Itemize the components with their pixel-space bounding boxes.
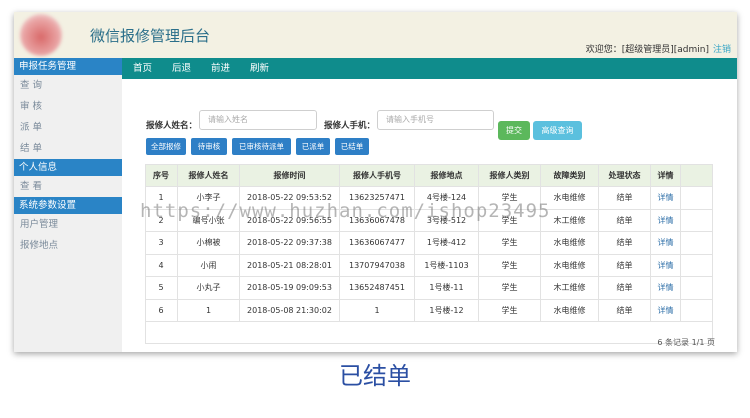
detail-link[interactable]: 详情 <box>651 299 681 321</box>
column-header: 处理状态 <box>599 164 651 186</box>
column-header: 序号 <box>145 164 178 186</box>
table-cell: 2018-05-21 08:28:01 <box>240 254 340 276</box>
table-cell: 2018-05-08 21:30:02 <box>240 299 340 321</box>
table-cell: 1 <box>178 299 240 321</box>
table-cell: 2018-05-22 09:37:38 <box>240 232 340 254</box>
detail-link[interactable]: 详情 <box>651 232 681 254</box>
table-cell: 4 <box>145 254 178 276</box>
table-row: 3 小棉被 2018-05-22 09:37:38 13636067477 1号楼-41… <box>145 232 713 255</box>
sidebar-section-tasks[interactable]: 申报任务管理 <box>14 58 122 75</box>
sidebar-item-locations[interactable]: 报修地点 <box>14 235 122 256</box>
table-cell: 小丸子 <box>178 277 240 299</box>
table-cell: 1号楼-12 <box>415 299 479 321</box>
sidebar-item-query[interactable]: 查 询 <box>14 75 122 96</box>
detail-link[interactable]: 详情 <box>651 209 681 231</box>
table-cell: 13652487451 <box>340 277 415 299</box>
table-cell: 13636067477 <box>340 232 415 254</box>
filter-closed-button[interactable]: 已结单 <box>335 138 369 155</box>
table-cell: 6 <box>145 299 178 321</box>
table-cell: 结单 <box>599 187 651 209</box>
table-cell: 水电维修 <box>541 232 599 254</box>
column-header: 报修人姓名 <box>178 164 240 186</box>
nav-forward[interactable]: 前进 <box>211 58 230 79</box>
filter-reviewed-button[interactable]: 已审核待派单 <box>232 138 291 155</box>
detail-link[interactable]: 详情 <box>651 187 681 209</box>
name-label: 报修人姓名： <box>146 121 198 131</box>
filter-dispatched-button[interactable]: 已派单 <box>296 138 330 155</box>
sidebar: 申报任务管理 查 询 审 核 派 单 结 单 个人信息 查 看 系统参数设置 用… <box>14 58 122 352</box>
top-nav: 首页 后退 前进 刷新 <box>122 58 737 79</box>
sidebar-item-review[interactable]: 审 核 <box>14 96 122 117</box>
app-title: 微信报修管理后台 <box>90 27 211 45</box>
table-cell: 13707947038 <box>340 254 415 276</box>
table-cell: 1号楼-1103 <box>415 254 479 276</box>
table-cell: 5 <box>145 277 178 299</box>
table-cell: 1号楼-412 <box>415 232 479 254</box>
sidebar-item-dispatch[interactable]: 派 单 <box>14 117 122 138</box>
table-row: 5 小丸子 2018-05-19 09:09:53 13652487451 1号楼-11… <box>145 277 713 300</box>
logout-link[interactable]: 注销 <box>713 45 731 55</box>
column-header: 故障类别 <box>541 164 599 186</box>
table-cell: 学生 <box>479 254 541 276</box>
table-cell: 水电维修 <box>541 254 599 276</box>
phone-input[interactable]: 请输入手机号 <box>377 110 494 130</box>
table-cell: 学生 <box>479 299 541 321</box>
filter-all-button[interactable]: 全部报修 <box>146 138 186 155</box>
table-header: 序号 报修人姓名 报修时间 报修人手机号 报修地点 报修人类别 故障类别 处理状态 详情 <box>145 164 713 187</box>
table-cell: 1 <box>340 299 415 321</box>
advanced-search-button[interactable]: 高级查询 <box>533 121 582 140</box>
column-header: 报修人类别 <box>479 164 541 186</box>
filter-pending-review-button[interactable]: 待审核 <box>191 138 227 155</box>
user-welcome: 欢迎您：[超级管理员][admin] 注销 <box>586 42 731 55</box>
submit-button[interactable]: 提交 <box>498 121 530 140</box>
table-row: 4 小闹 2018-05-21 08:28:01 13707947038 1号楼-110… <box>145 254 713 277</box>
table-cell: 学生 <box>479 232 541 254</box>
table-cell: 水电维修 <box>541 299 599 321</box>
nav-home[interactable]: 首页 <box>133 58 152 79</box>
table-cell: 3 <box>145 232 178 254</box>
table-cell: 小棉被 <box>178 232 240 254</box>
table-cell: 结单 <box>599 209 651 231</box>
logo-avatar <box>20 14 62 56</box>
pagination-info: 6 条记录 1/1 页 <box>657 338 715 347</box>
table-row: 6 1 2018-05-08 21:30:02 1 1号楼-12 学生 水电维修 结单 详情 <box>145 299 713 322</box>
sidebar-item-close[interactable]: 结 单 <box>14 138 122 159</box>
table-cell: 学生 <box>479 277 541 299</box>
app-window: 微信报修管理后台 欢迎您：[超级管理员][admin] 注销 申报任务管理 查 询… <box>14 12 737 352</box>
column-header: 报修人手机号 <box>340 164 415 186</box>
table-cell: 2018-05-19 09:09:53 <box>240 277 340 299</box>
sidebar-section-profile[interactable]: 个人信息 <box>14 159 122 176</box>
detail-link[interactable]: 详情 <box>651 254 681 276</box>
column-header: 报修地点 <box>415 164 479 186</box>
nav-back[interactable]: 后退 <box>172 58 191 79</box>
phone-label: 报修人手机： <box>324 121 376 131</box>
table-cell: 小闹 <box>178 254 240 276</box>
sidebar-item-view[interactable]: 查 看 <box>14 176 122 197</box>
table-cell: 木工维修 <box>541 277 599 299</box>
table-cell: 结单 <box>599 299 651 321</box>
table-cell: 结单 <box>599 254 651 276</box>
sidebar-item-users[interactable]: 用户管理 <box>14 214 122 235</box>
name-input[interactable]: 请输入姓名 <box>199 110 317 130</box>
table-cell: 结单 <box>599 232 651 254</box>
table-cell: 结单 <box>599 277 651 299</box>
app-header: 微信报修管理后台 欢迎您：[超级管理员][admin] 注销 <box>14 12 737 58</box>
table-cell: 1号楼-11 <box>415 277 479 299</box>
watermark: https://www.huzhan.com/ishop23495 <box>140 200 551 222</box>
nav-refresh[interactable]: 刷新 <box>250 58 269 79</box>
sidebar-section-settings[interactable]: 系统参数设置 <box>14 197 122 214</box>
column-header: 详情 <box>651 164 681 186</box>
column-header: 报修时间 <box>240 164 340 186</box>
caption: 已结单 <box>339 362 411 390</box>
welcome-text: 欢迎您：[超级管理员][admin] <box>585 45 709 55</box>
detail-link[interactable]: 详情 <box>651 277 681 299</box>
